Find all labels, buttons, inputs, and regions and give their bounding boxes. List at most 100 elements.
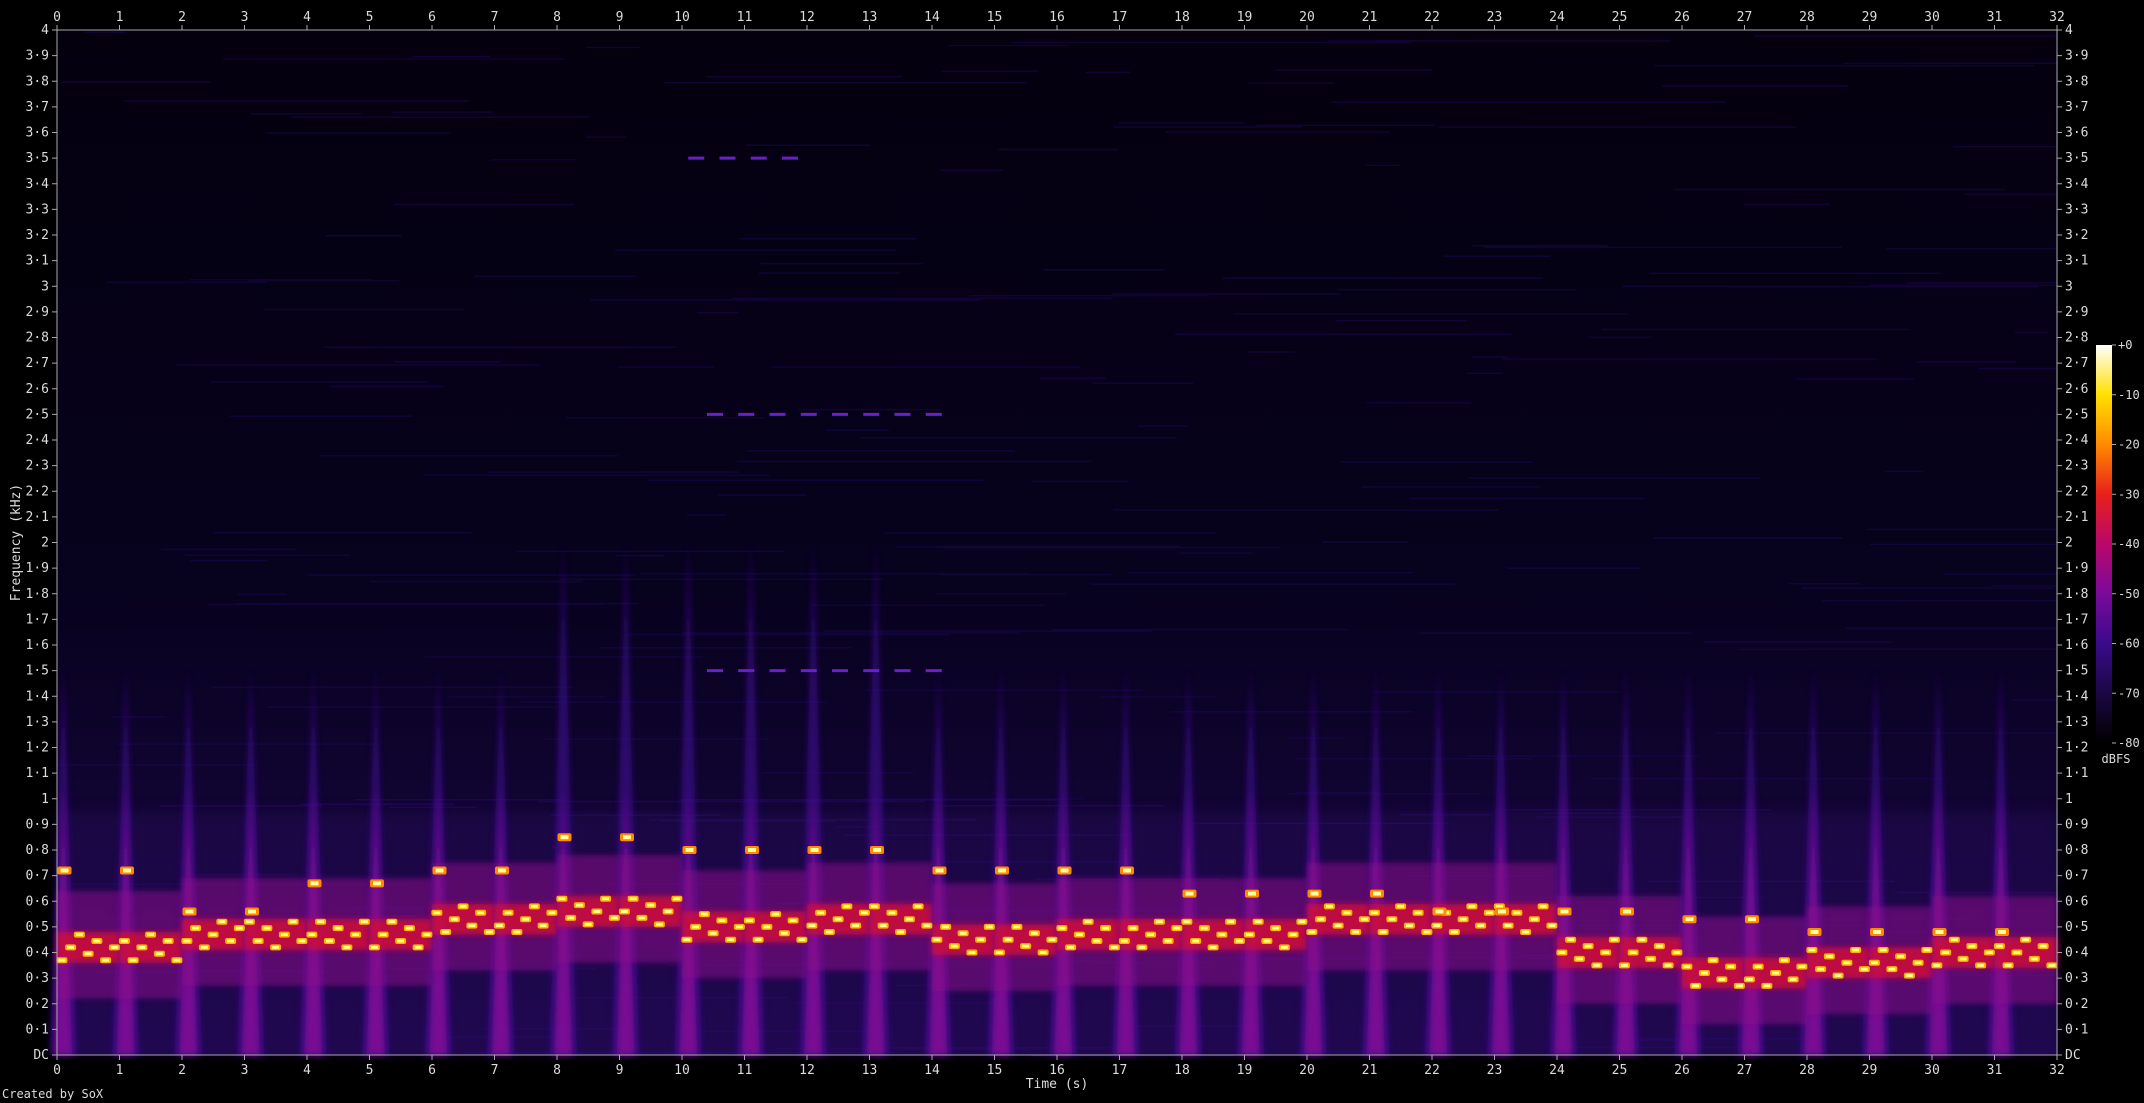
x-tick-label-top: 0: [53, 10, 61, 25]
tone-mark-hot: [2013, 951, 2021, 954]
colorbar: +0 -10 -20 -30 -40 -50 -60 -70 -80 dBFS: [2096, 338, 2140, 766]
noise-streak: [370, 580, 583, 583]
noise-streak: [1222, 277, 1543, 279]
x-tick-label-top: 11: [737, 10, 753, 25]
y-tick-label: 2·3: [26, 459, 49, 474]
tone-mark-hot: [1298, 920, 1306, 924]
noise-streak: [1039, 377, 1106, 380]
noise-streak: [590, 299, 981, 301]
tone-mark-hot: [870, 904, 878, 908]
noise-streak: [1886, 248, 2057, 250]
tone-mark-hot: [1459, 917, 1467, 921]
x-tick-label-top: 16: [1049, 10, 1065, 25]
tone-mark-hot: [1084, 920, 1092, 924]
noise-streak: [112, 716, 166, 718]
tone-mark-hot: [84, 952, 92, 956]
noise-streak: [717, 494, 807, 496]
tone-mark-hot: [1950, 938, 1958, 942]
faint-tone-dash: [707, 669, 723, 673]
tone-mark-hot: [1022, 944, 1030, 948]
tone-mark-hot: [1379, 930, 1387, 934]
tone-mark-hot: [1155, 920, 1163, 924]
x-tick-label: 17: [1112, 1063, 1128, 1078]
tone-mark-hot: [397, 939, 405, 943]
tone-mark-hot: [1655, 944, 1663, 948]
tone-mark-hot: [629, 897, 637, 901]
tone-mark-hot: [1763, 984, 1771, 988]
y-tick-label: 0·9: [26, 817, 49, 832]
peak-mark-hot: [373, 881, 381, 886]
noise-streak: [681, 632, 1020, 634]
faint-tone-dash: [688, 156, 705, 160]
tone-mark-hot: [933, 938, 941, 942]
tone-mark-hot: [1227, 920, 1235, 924]
y-tick-label: 2·4: [26, 433, 50, 448]
tone-mark-hot: [343, 945, 351, 949]
noise-streak: [542, 738, 770, 740]
noise-streak: [1869, 284, 2057, 286]
colorbar-tick-label: -80: [2118, 736, 2140, 750]
y-tick-label-right: 3·7: [2065, 100, 2088, 115]
noise-streak: [760, 262, 923, 265]
tone-mark-hot: [1058, 926, 1066, 930]
noise-streak: [1361, 486, 1540, 488]
tone-mark-hot: [548, 911, 556, 915]
noise-streak: [1471, 356, 1508, 358]
noise-streak: [1012, 41, 1412, 44]
y-tick-label: 0·4: [26, 946, 50, 961]
y-tick-label-right: 2·6: [2065, 382, 2088, 397]
tone-mark-hot: [352, 933, 360, 937]
tone-mark-hot: [1610, 938, 1618, 942]
tone-mark-hot: [235, 926, 243, 930]
peak-mark-hot: [1373, 891, 1381, 896]
faint-tone-dash: [832, 669, 848, 673]
noise-streak: [392, 111, 494, 113]
noise-streak: [1085, 71, 1131, 74]
noise-streak: [266, 706, 556, 709]
tone-mark-hot: [655, 922, 663, 926]
x-tick-label-top: 21: [1362, 10, 1378, 25]
y-tick-label-right: 3: [2065, 279, 2073, 294]
noise-streak: [1128, 571, 1414, 574]
tone-mark-hot: [735, 925, 743, 929]
noise-streak: [263, 308, 465, 311]
peak-mark-hot: [435, 868, 444, 873]
y-tick-label: 1·2: [26, 741, 49, 756]
peak-mark-hot: [185, 909, 194, 914]
y-tick-label: 1·1: [26, 766, 49, 781]
tone-mark-hot: [1048, 938, 1056, 942]
noise-streak: [1648, 272, 1940, 274]
noise-streak: [998, 148, 1119, 151]
tone-mark-hot: [1673, 951, 1681, 954]
noise-streak: [1233, 312, 1627, 315]
tone-mark-hot: [718, 918, 726, 922]
tone-mark-hot: [610, 916, 618, 920]
tone-mark-hot: [388, 920, 396, 924]
y-tick-label-right: 0·2: [2065, 997, 2088, 1012]
tone-mark-hot: [1414, 911, 1422, 915]
tone-mark-hot: [1397, 904, 1405, 908]
y-tick-label-right: 1·3: [2065, 715, 2088, 730]
tone-mark-hot: [1405, 924, 1413, 928]
peak-mark-hot: [1248, 891, 1256, 896]
noise-streak: [1165, 131, 1390, 133]
colorbar-gradient: [2096, 345, 2112, 743]
tone-mark-hot: [1735, 984, 1743, 988]
noise-streak: [1714, 732, 2057, 734]
y-tick-label: 1·3: [26, 715, 49, 730]
noise-streak: [1843, 62, 1962, 65]
noise-streak: [864, 689, 1143, 692]
tone-mark-hot: [1388, 917, 1396, 921]
noise-streak: [1753, 35, 2057, 37]
y-tick-label-right: 2: [2065, 536, 2073, 551]
peak-mark-hot: [1748, 917, 1756, 922]
noise-streak: [1366, 402, 1471, 404]
peak-mark-hot: [1435, 909, 1444, 914]
tone-mark-hot: [1504, 924, 1512, 928]
peak-mark-hot: [1685, 917, 1694, 922]
y-tick-label: 3·2: [26, 228, 49, 243]
noise-streak: [1601, 328, 1909, 331]
noise-streak: [1507, 567, 1642, 569]
peak-mark-hot: [1060, 868, 1069, 873]
tone-mark-hot: [1013, 925, 1021, 929]
